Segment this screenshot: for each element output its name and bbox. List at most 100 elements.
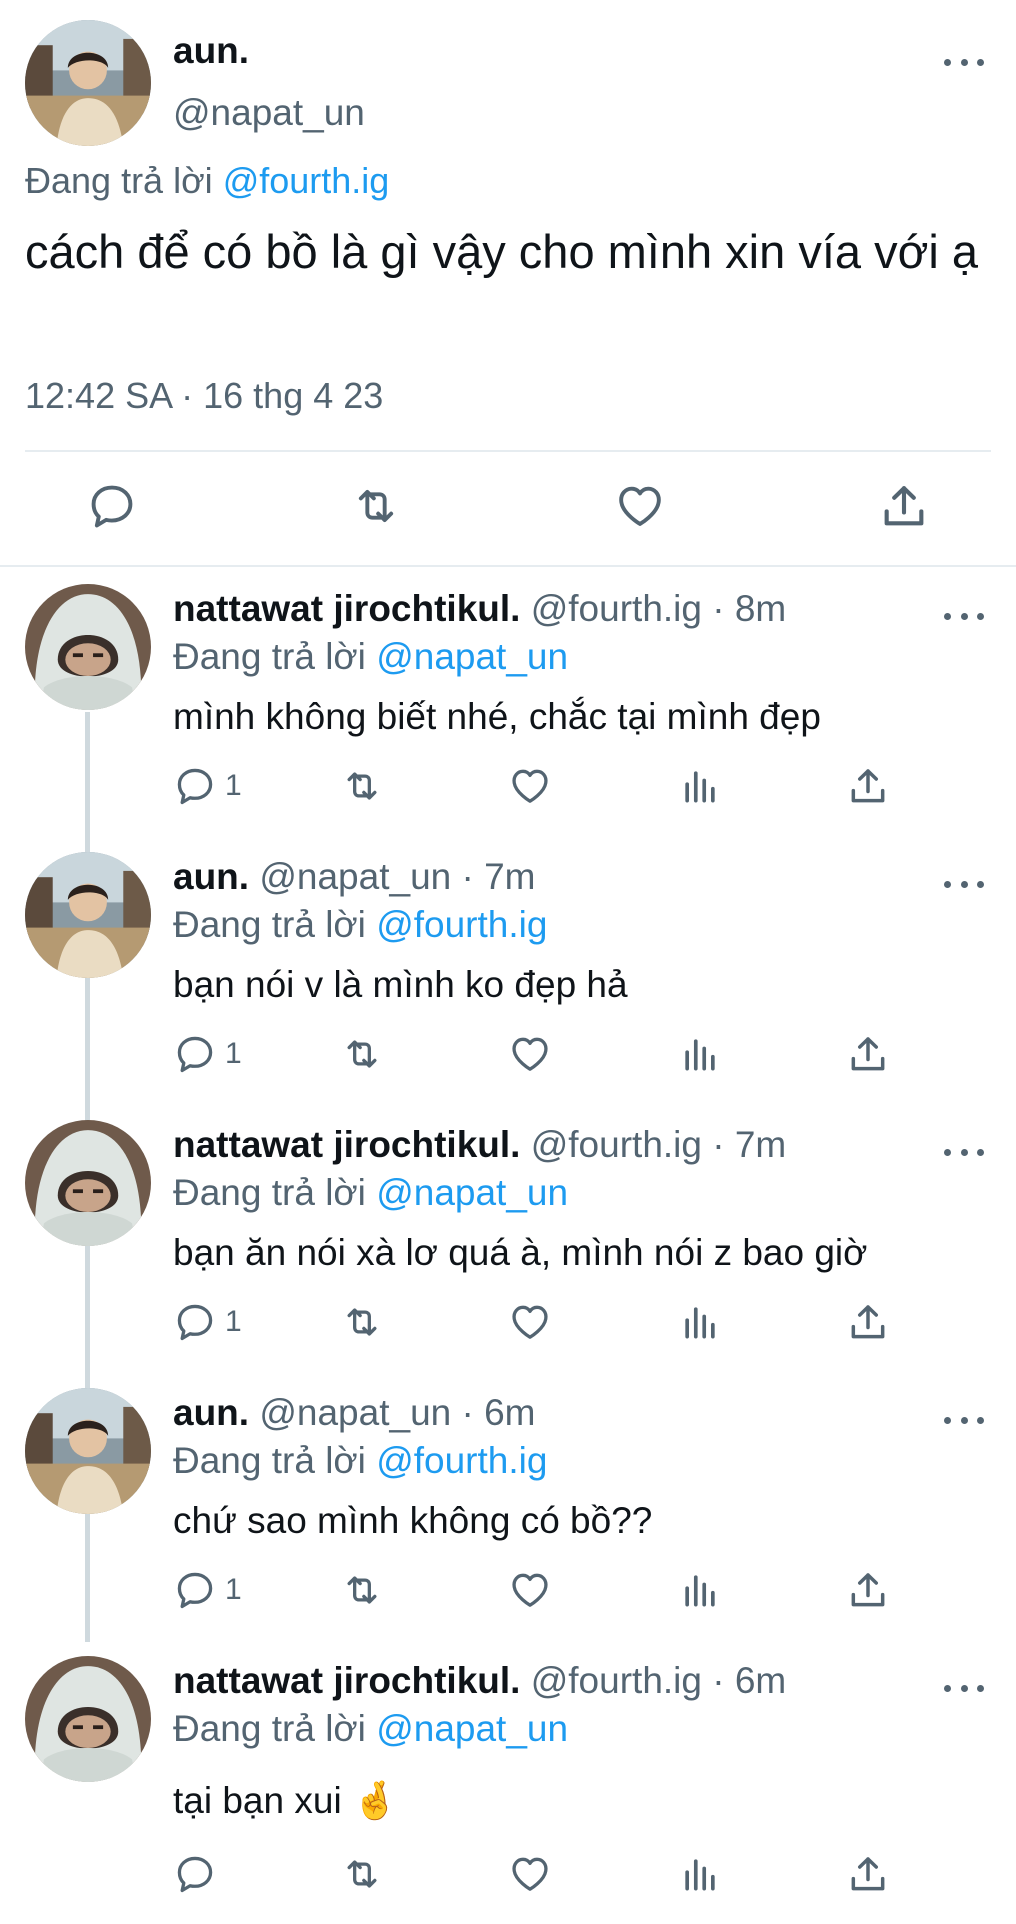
analytics-button[interactable] (678, 1852, 722, 1896)
author-name[interactable]: nattawat jirochtikul. (173, 1124, 520, 1165)
author-name[interactable]: nattawat jirochtikul. (173, 588, 520, 629)
share-button[interactable] (846, 1568, 890, 1612)
tweet-text: tại bạn xui 🤞 (173, 1780, 398, 1823)
retweet-icon (340, 1568, 384, 1612)
avatar[interactable] (25, 852, 151, 978)
retweet-button[interactable] (340, 764, 384, 808)
heart-icon (614, 480, 666, 532)
replying-to-label: Đang trả lời (173, 636, 366, 677)
more-options-icon[interactable] (944, 52, 984, 72)
tweet-text: chứ sao mình không có bồ?? (173, 1500, 653, 1541)
tweet-actions: 1 (0, 1568, 1016, 1618)
tweet-actions (0, 480, 1016, 536)
replying-to-label: Đang trả lời (173, 1708, 366, 1749)
author-name[interactable]: aun. (173, 856, 249, 897)
more-options-icon[interactable] (944, 1142, 984, 1162)
author-handle-time[interactable]: @napat_un · 6m (259, 1392, 535, 1433)
heart-icon (508, 1300, 552, 1344)
heart-icon (508, 1568, 552, 1612)
retweet-button[interactable] (340, 1032, 384, 1076)
author-name[interactable]: aun. (173, 1392, 249, 1433)
reply-button[interactable]: 1 (173, 1032, 242, 1076)
replying-to: Đang trả lời @fourth.ig (173, 904, 547, 946)
retweet-button[interactable] (350, 480, 402, 532)
reply-tweet[interactable]: nattawat jirochtikul. @fourth.ig · 8m Đa… (0, 584, 1016, 852)
retweet-icon (340, 764, 384, 808)
analytics-icon (678, 764, 722, 808)
share-button[interactable] (846, 1852, 890, 1896)
analytics-button[interactable] (678, 1300, 722, 1344)
tweet-text: bạn ăn nói xà lơ quá à, mình nói z bao g… (173, 1232, 868, 1273)
heart-icon (508, 1032, 552, 1076)
reply-tweet[interactable]: nattawat jirochtikul. @fourth.ig · 6m Đa… (0, 1656, 1016, 1924)
like-button[interactable] (614, 480, 666, 532)
reply-header: nattawat jirochtikul. @fourth.ig · 7m (173, 1124, 786, 1166)
analytics-button[interactable] (678, 1032, 722, 1076)
reply-tweet[interactable]: nattawat jirochtikul. @fourth.ig · 7m Đa… (0, 1120, 1016, 1388)
more-options-icon[interactable] (944, 606, 984, 626)
reply-tweet[interactable]: aun. @napat_un · 7m Đang trả lời @fourth… (0, 852, 1016, 1120)
share-button[interactable] (878, 480, 930, 532)
replying-to: Đang trả lời @napat_un (173, 1172, 568, 1214)
share-button[interactable] (846, 764, 890, 808)
share-button[interactable] (846, 1032, 890, 1076)
share-icon (878, 480, 930, 532)
analytics-icon (678, 1300, 722, 1344)
like-button[interactable] (508, 1568, 552, 1612)
retweet-button[interactable] (340, 1852, 384, 1896)
replying-to-handle[interactable]: @fourth.ig (223, 160, 390, 201)
author-handle-time[interactable]: @napat_un · 7m (259, 856, 535, 897)
crossed-fingers-icon: 🤞 (351, 1780, 399, 1821)
reply-tweet[interactable]: aun. @napat_un · 6m Đang trả lời @fourth… (0, 1388, 1016, 1656)
replying-to-label: Đang trả lời (25, 160, 213, 201)
replying-to-handle[interactable]: @napat_un (376, 1172, 568, 1213)
replying-to-handle[interactable]: @napat_un (376, 1708, 568, 1749)
replying-to-handle[interactable]: @fourth.ig (376, 1440, 547, 1481)
reply-icon (173, 1852, 217, 1896)
user-photo-icon (25, 852, 151, 978)
share-icon (846, 1568, 890, 1612)
share-button[interactable] (846, 1300, 890, 1344)
reply-count: 1 (225, 1305, 242, 1338)
main-tweet: aun. @napat_un Đang trả lời @fourth.ig c… (0, 0, 1016, 565)
analytics-button[interactable] (678, 1568, 722, 1612)
replying-to-handle[interactable]: @napat_un (376, 636, 568, 677)
avatar[interactable] (25, 1120, 151, 1246)
retweet-button[interactable] (340, 1300, 384, 1344)
analytics-button[interactable] (678, 764, 722, 808)
more-options-icon[interactable] (944, 1410, 984, 1430)
author-handle-time[interactable]: @fourth.ig · 8m (531, 588, 787, 629)
author-handle[interactable]: @napat_un (173, 92, 365, 134)
tweet-actions (0, 1852, 1016, 1902)
more-options-icon[interactable] (944, 1678, 984, 1698)
user-photo-icon (25, 1656, 151, 1782)
author-name[interactable]: nattawat jirochtikul. (173, 1660, 520, 1701)
share-icon (846, 1300, 890, 1344)
replying-to-label: Đang trả lời (173, 1440, 366, 1481)
reply-button[interactable]: 1 (173, 1300, 242, 1344)
reply-count: 1 (225, 1573, 242, 1606)
author-handle-time[interactable]: @fourth.ig · 6m (531, 1660, 787, 1701)
avatar[interactable] (25, 1656, 151, 1782)
reply-button[interactable] (86, 480, 138, 532)
like-button[interactable] (508, 1300, 552, 1344)
like-button[interactable] (508, 764, 552, 808)
more-options-icon[interactable] (944, 874, 984, 894)
tweet-timestamp[interactable]: 12:42 SA · 16 thg 4 23 (25, 375, 383, 417)
reply-icon (86, 480, 138, 532)
author-handle-time[interactable]: @fourth.ig · 7m (531, 1124, 787, 1165)
reply-button[interactable]: 1 (173, 764, 242, 808)
user-photo-icon (25, 20, 151, 146)
retweet-button[interactable] (340, 1568, 384, 1612)
avatar[interactable] (25, 584, 151, 710)
reply-button[interactable]: 1 (173, 1568, 242, 1612)
reply-button[interactable] (173, 1852, 225, 1896)
author-name[interactable]: aun. (173, 30, 249, 72)
like-button[interactable] (508, 1032, 552, 1076)
avatar[interactable] (25, 1388, 151, 1514)
like-button[interactable] (508, 1852, 552, 1896)
avatar[interactable] (25, 20, 151, 146)
replying-to-handle[interactable]: @fourth.ig (376, 904, 547, 945)
user-photo-icon (25, 584, 151, 710)
share-icon (846, 764, 890, 808)
